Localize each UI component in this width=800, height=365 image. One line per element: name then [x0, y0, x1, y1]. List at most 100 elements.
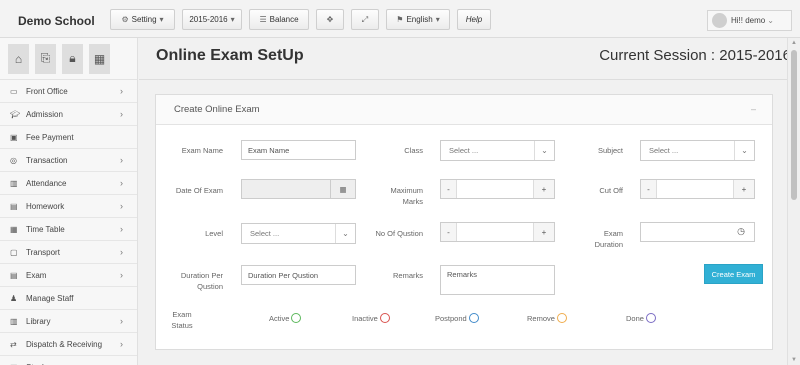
- exam-status-label-line2: Status: [171, 321, 193, 330]
- translate-icon[interactable]: ⎘: [35, 43, 56, 74]
- chevron-right-icon: ›: [120, 178, 123, 188]
- sidebar-item-label: Attendance: [26, 178, 67, 188]
- class-select[interactable]: Select ... ⌄: [440, 140, 555, 161]
- arrows-icon: ✥: [326, 15, 334, 24]
- setting-label: Setting: [131, 15, 157, 24]
- expand-button[interactable]: ⤢: [351, 9, 379, 30]
- increment-button[interactable]: +: [534, 223, 554, 241]
- sidebar-item-label: Transport: [26, 247, 60, 257]
- chevron-down-icon: ⌄: [335, 224, 355, 243]
- chevron-right-icon: ›: [120, 86, 123, 96]
- user-menu[interactable]: Hi!! demo ⌄: [707, 10, 792, 31]
- bar-chart-icon: ▥: [10, 178, 18, 188]
- decrement-button[interactable]: -: [641, 180, 656, 198]
- status-label: Active: [269, 313, 290, 323]
- sidebar-item-label: Admission: [26, 109, 63, 119]
- language-label: English: [406, 15, 433, 24]
- circle-icon: [379, 313, 390, 323]
- calendar-icon: ▦: [10, 224, 18, 234]
- lock-icon[interactable]: 🔒︎: [62, 43, 83, 74]
- panel-header: Create Online Exam –: [156, 95, 772, 125]
- cut-off-stepper[interactable]: - +: [640, 179, 755, 199]
- sidebar-item-admission[interactable]: 🎓︎ Admission ›: [0, 103, 137, 126]
- decrement-button[interactable]: -: [441, 180, 456, 198]
- exam-name-input[interactable]: Exam Name: [241, 140, 356, 160]
- no-of-question-stepper[interactable]: - +: [440, 222, 555, 242]
- users-icon: ♟: [10, 293, 18, 303]
- sidebar-item-label: Transaction: [26, 155, 68, 165]
- exam-duration-label: Exam Duration: [556, 228, 623, 250]
- create-exam-button[interactable]: Create Exam: [704, 264, 763, 284]
- help-button[interactable]: Help: [457, 9, 491, 30]
- scroll-down-icon[interactable]: ▼: [791, 357, 797, 363]
- exam-duration-input[interactable]: ◷: [640, 222, 755, 242]
- sidebar-item-library[interactable]: ▥ Library ›: [0, 310, 137, 333]
- chevron-right-icon: ›: [120, 339, 123, 349]
- page-scrollbar[interactable]: ▲ ▼: [787, 38, 800, 365]
- level-label: Level: [205, 229, 223, 238]
- circle-icon: [468, 313, 479, 323]
- status-label: Inactive: [352, 313, 378, 323]
- chevron-right-icon: ›: [120, 247, 123, 257]
- sidebar-item-homework[interactable]: ▤ Homework ›: [0, 195, 137, 218]
- balance-button[interactable]: ☰ Balance: [249, 9, 309, 30]
- no-of-question-input[interactable]: [456, 223, 534, 241]
- sidebar-item-label: Front Office: [26, 86, 68, 96]
- status-label: Done: [626, 313, 644, 323]
- remarks-label: Remarks: [392, 271, 423, 280]
- level-select[interactable]: Select ... ⌄: [241, 223, 356, 244]
- subject-select[interactable]: Select ... ⌄: [640, 140, 755, 161]
- duration-per-question-label: Duration Per Qustion: [156, 270, 223, 292]
- calendar-icon[interactable]: ▦: [330, 180, 355, 198]
- status-postpond[interactable]: Postpond: [435, 313, 479, 323]
- language-button[interactable]: ⚑ English ▾: [386, 9, 450, 30]
- decrement-button[interactable]: -: [441, 223, 456, 241]
- document-icon: ▤: [10, 201, 18, 211]
- duration-per-question-input[interactable]: Duration Per Qustion: [241, 265, 356, 285]
- fullscreen-button[interactable]: ✥: [316, 9, 344, 30]
- status-remove[interactable]: Remove: [527, 313, 567, 323]
- sidebar-item-stock[interactable]: ▣Stock›: [0, 356, 137, 365]
- remarks-textarea[interactable]: Remarks: [440, 265, 555, 295]
- status-inactive[interactable]: Inactive: [352, 313, 390, 323]
- clock-icon[interactable]: ◷: [737, 226, 745, 237]
- quick-actions: ⌂ ⎘ 🔒︎ ▦: [0, 38, 137, 80]
- maximum-marks-stepper[interactable]: - +: [440, 179, 555, 199]
- chevron-down-icon: ⌄: [734, 141, 754, 160]
- status-label: Remove: [527, 313, 555, 323]
- exam-duration-label-line2: Duration: [594, 240, 623, 249]
- sidebar-item-dispatch-receiving[interactable]: ⇄ Dispatch & Receiving ›: [0, 333, 137, 356]
- cut-off-input[interactable]: [656, 180, 734, 198]
- sidebar-item-exam[interactable]: ▤ Exam ›: [0, 264, 137, 287]
- caret-down-icon: ▾: [435, 15, 440, 24]
- sidebar-item-time-table[interactable]: ▦ Time Table ›: [0, 218, 137, 241]
- home-icon[interactable]: ⌂: [8, 43, 29, 74]
- increment-button[interactable]: +: [734, 180, 754, 198]
- sidebar-item-label: Fee Payment: [26, 132, 74, 142]
- class-select-value: Select ...: [449, 146, 479, 155]
- chevron-right-icon: ›: [120, 201, 123, 211]
- setting-button[interactable]: ⚙ Setting ▾: [110, 9, 175, 30]
- session-button[interactable]: 2015-2016 ▾: [182, 9, 242, 30]
- sidebar-item-manage-staff[interactable]: ♟ Manage Staff: [0, 287, 137, 310]
- avatar: [712, 13, 727, 28]
- calendar-icon[interactable]: ▦: [89, 43, 110, 74]
- status-done[interactable]: Done: [626, 313, 656, 323]
- increment-button[interactable]: +: [534, 180, 554, 198]
- circle-icon: [556, 313, 567, 323]
- status-active[interactable]: Active: [269, 313, 302, 323]
- maximum-marks-input[interactable]: [456, 180, 534, 198]
- sidebar-item-front-office[interactable]: ▭ Front Office ›: [0, 80, 137, 103]
- date-of-exam-input[interactable]: ▦: [241, 179, 356, 199]
- sidebar-item-transport[interactable]: ▢ Transport ›: [0, 241, 137, 264]
- scrollbar-thumb[interactable]: [791, 50, 797, 200]
- subject-select-value: Select ...: [649, 146, 679, 155]
- caret-down-icon: ▾: [230, 15, 235, 24]
- scroll-up-icon[interactable]: ▲: [791, 40, 797, 46]
- sidebar-item-attendance[interactable]: ▥ Attendance ›: [0, 172, 137, 195]
- graduation-cap-icon: 🎓︎: [10, 109, 21, 119]
- collapse-icon[interactable]: –: [751, 104, 756, 114]
- panel-title: Create Online Exam: [174, 104, 260, 115]
- sidebar-item-transaction[interactable]: ◎ Transaction ›: [0, 149, 137, 172]
- sidebar-item-fee-payment[interactable]: ▣ Fee Payment: [0, 126, 137, 149]
